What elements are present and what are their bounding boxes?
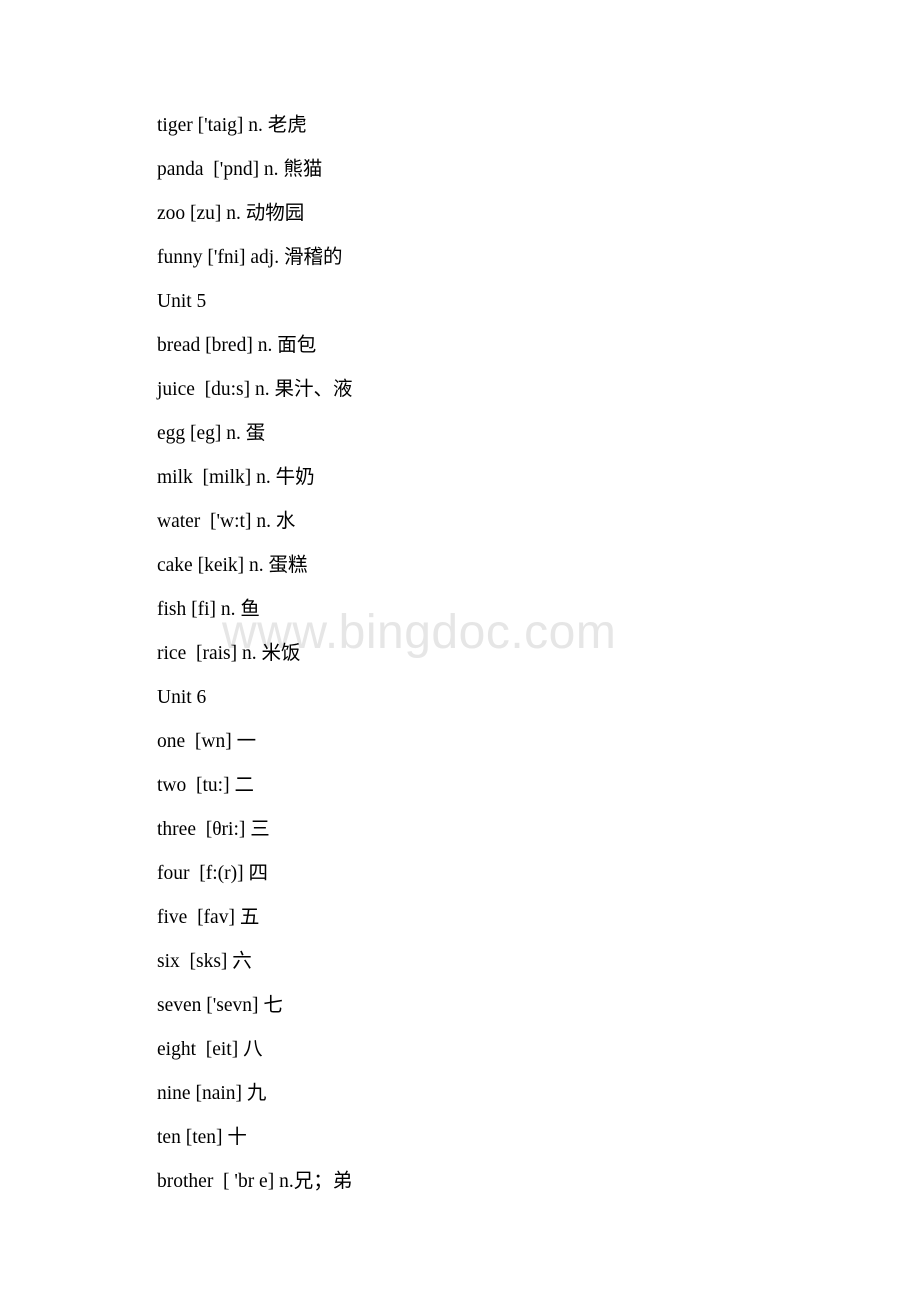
vocabulary-entry: rice [rais] n. 米饭 (157, 643, 301, 664)
vocabulary-list: tiger ['taig] n. 老虎 panda ['pnd] n. 熊猫 zoo… (157, 104, 857, 1204)
vocabulary-entry: cake [keik] n. 蛋糕 (157, 555, 308, 576)
vocabulary-entry: zoo [zu] n. 动物园 (157, 203, 305, 224)
vocabulary-entry: six [sks] 六 (157, 951, 252, 972)
vocabulary-entry: nine [nain] 九 (157, 1083, 267, 1104)
vocabulary-entry: milk [milk] n. 牛奶 (157, 467, 315, 488)
vocabulary-entry: eight [eit] 八 (157, 1039, 263, 1060)
vocabulary-entry: one [wn] 一 (157, 731, 257, 752)
vocabulary-entry: tiger ['taig] n. 老虎 (157, 115, 307, 136)
vocabulary-entry: water ['w:t] n. 水 (157, 511, 296, 532)
vocabulary-entry: seven ['sevn] 七 (157, 995, 283, 1016)
vocabulary-entry: funny ['fni] adj. 滑稽的 (157, 247, 343, 268)
vocabulary-entry: five [fav] 五 (157, 907, 260, 928)
vocabulary-entry: panda ['pnd] n. 熊猫 (157, 159, 323, 180)
unit-heading: Unit 6 (157, 687, 207, 708)
vocabulary-entry: brother [ 'br e] n.兄；弟 (157, 1171, 353, 1192)
vocabulary-entry: ten [ten] 十 (157, 1127, 247, 1148)
vocabulary-entry: four [f:(r)] 四 (157, 863, 268, 884)
vocabulary-entry: two [tu:] 二 (157, 775, 254, 796)
vocabulary-entry: egg [eg] n. 蛋 (157, 423, 266, 444)
vocabulary-entry: juice [du:s] n. 果汁、液 (157, 379, 353, 400)
unit-heading: Unit 5 (157, 291, 207, 312)
document-page: www.bingdoc.com tiger ['taig] n. 老虎 panda… (0, 0, 920, 1302)
vocabulary-entry: three [θri:] 三 (157, 819, 270, 840)
vocabulary-entry: bread [bred] n. 面包 (157, 335, 317, 356)
vocabulary-entry: fish [fi] n. 鱼 (157, 599, 260, 620)
